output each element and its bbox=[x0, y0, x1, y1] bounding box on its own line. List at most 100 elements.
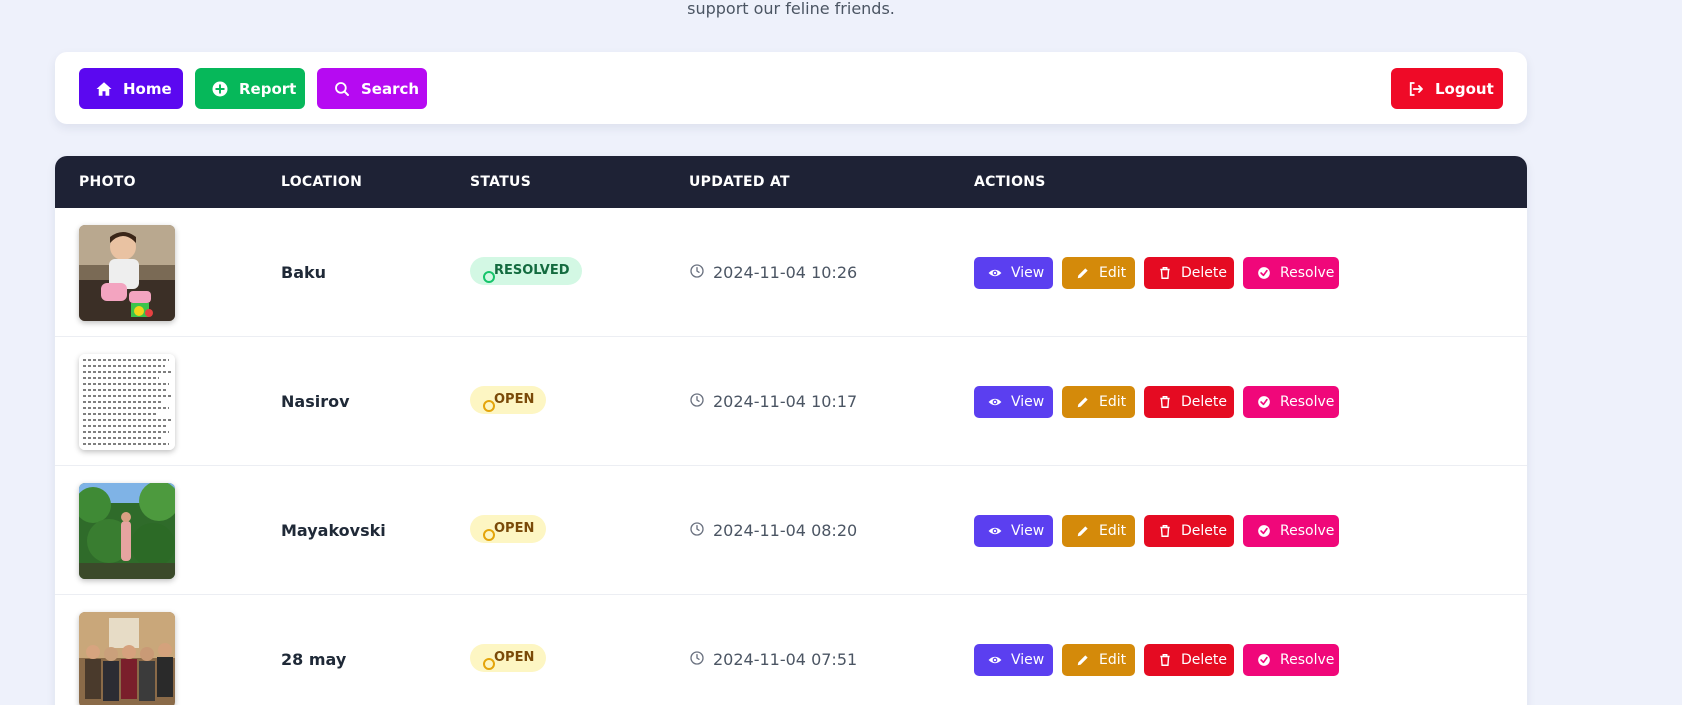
clock-icon bbox=[689, 263, 705, 283]
home-button[interactable]: Home bbox=[79, 68, 183, 109]
trash-icon bbox=[1158, 653, 1172, 667]
eye-icon bbox=[988, 524, 1002, 538]
pencil-icon bbox=[1076, 266, 1090, 280]
status-text: OPEN bbox=[494, 392, 535, 407]
search-icon bbox=[333, 80, 351, 98]
edit-button[interactable]: Edit bbox=[1062, 514, 1135, 547]
column-header-updated-at: UPDATED AT bbox=[689, 174, 790, 190]
status-text: OPEN bbox=[494, 521, 535, 536]
resolve-button[interactable]: Resolve bbox=[1243, 514, 1339, 547]
resolve-label: Resolve bbox=[1280, 651, 1335, 668]
location-text: Mayakovski bbox=[281, 521, 386, 540]
clock-icon bbox=[689, 392, 705, 412]
plus-circle-icon bbox=[211, 80, 229, 98]
clock-icon bbox=[689, 650, 705, 670]
delete-button[interactable]: Delete bbox=[1144, 514, 1234, 547]
delete-button[interactable]: Delete bbox=[1144, 643, 1234, 676]
check-circle-icon bbox=[1257, 395, 1271, 409]
trash-icon bbox=[1158, 266, 1172, 280]
logout-button[interactable]: Logout bbox=[1391, 68, 1503, 109]
view-label: View bbox=[1011, 264, 1045, 281]
delete-button[interactable]: Delete bbox=[1144, 385, 1234, 418]
view-label: View bbox=[1011, 651, 1045, 668]
table-row: Baku RESOLVED 2024-11-04 10:26 View Edit… bbox=[55, 208, 1527, 337]
resolve-button[interactable]: Resolve bbox=[1243, 385, 1339, 418]
eye-icon bbox=[988, 395, 1002, 409]
edit-label: Edit bbox=[1099, 264, 1127, 281]
resolve-button[interactable]: Resolve bbox=[1243, 643, 1339, 676]
home-icon bbox=[95, 80, 113, 98]
column-header-photo: PHOTO bbox=[79, 174, 136, 190]
report-photo[interactable] bbox=[79, 353, 175, 450]
resolve-button[interactable]: Resolve bbox=[1243, 256, 1339, 289]
status-dot-icon bbox=[483, 270, 495, 283]
location-text: 28 may bbox=[281, 650, 347, 669]
home-label: Home bbox=[123, 79, 172, 98]
column-header-status: STATUS bbox=[470, 174, 532, 190]
updated-at-text: 2024-11-04 08:20 bbox=[713, 521, 858, 540]
view-label: View bbox=[1011, 393, 1045, 410]
clock-icon bbox=[689, 521, 705, 541]
pencil-icon bbox=[1076, 653, 1090, 667]
report-photo[interactable] bbox=[79, 224, 175, 321]
trash-icon bbox=[1158, 524, 1172, 538]
resolve-label: Resolve bbox=[1280, 393, 1335, 410]
pencil-icon bbox=[1076, 524, 1090, 538]
resolve-label: Resolve bbox=[1280, 522, 1335, 539]
search-button[interactable]: Search bbox=[317, 68, 427, 109]
column-header-actions: ACTIONS bbox=[974, 174, 1046, 190]
status-badge: OPEN bbox=[470, 514, 547, 543]
page-subtitle: support our feline friends. bbox=[687, 0, 895, 18]
status-dot-icon bbox=[483, 528, 495, 541]
view-button[interactable]: View bbox=[974, 256, 1053, 289]
navbar: Home Report Search Logout bbox=[55, 52, 1527, 124]
trash-icon bbox=[1158, 395, 1172, 409]
report-photo[interactable] bbox=[79, 611, 175, 705]
delete-label: Delete bbox=[1181, 651, 1227, 668]
logout-label: Logout bbox=[1435, 79, 1494, 98]
status-badge: OPEN bbox=[470, 385, 547, 414]
pencil-icon bbox=[1076, 395, 1090, 409]
delete-label: Delete bbox=[1181, 393, 1227, 410]
table-header: PHOTO LOCATION STATUS UPDATED AT ACTIONS bbox=[55, 156, 1527, 208]
report-label: Report bbox=[239, 79, 297, 98]
view-label: View bbox=[1011, 522, 1045, 539]
location-text: Nasirov bbox=[281, 392, 350, 411]
status-text: OPEN bbox=[494, 650, 535, 665]
delete-label: Delete bbox=[1181, 522, 1227, 539]
edit-button[interactable]: Edit bbox=[1062, 643, 1135, 676]
check-circle-icon bbox=[1257, 266, 1271, 280]
table-row: Mayakovski OPEN 2024-11-04 08:20 View Ed… bbox=[55, 466, 1527, 595]
table-row: Nasirov OPEN 2024-11-04 10:17 View Edit … bbox=[55, 337, 1527, 466]
check-circle-icon bbox=[1257, 524, 1271, 538]
updated-at-text: 2024-11-04 10:17 bbox=[713, 392, 858, 411]
view-button[interactable]: View bbox=[974, 643, 1053, 676]
delete-label: Delete bbox=[1181, 264, 1227, 281]
location-text: Baku bbox=[281, 263, 327, 282]
check-circle-icon bbox=[1257, 653, 1271, 667]
updated-at-text: 2024-11-04 07:51 bbox=[713, 650, 858, 669]
status-badge: OPEN bbox=[470, 643, 547, 672]
view-button[interactable]: View bbox=[974, 514, 1053, 547]
resolve-label: Resolve bbox=[1280, 264, 1335, 281]
updated-at-text: 2024-11-04 10:26 bbox=[713, 263, 858, 282]
report-button[interactable]: Report bbox=[195, 68, 305, 109]
eye-icon bbox=[988, 266, 1002, 280]
status-dot-icon bbox=[483, 399, 495, 412]
view-button[interactable]: View bbox=[974, 385, 1053, 418]
edit-label: Edit bbox=[1099, 393, 1127, 410]
eye-icon bbox=[988, 653, 1002, 667]
edit-label: Edit bbox=[1099, 522, 1127, 539]
delete-button[interactable]: Delete bbox=[1144, 256, 1234, 289]
logout-icon bbox=[1407, 80, 1425, 98]
search-label: Search bbox=[361, 79, 420, 98]
edit-button[interactable]: Edit bbox=[1062, 385, 1135, 418]
edit-button[interactable]: Edit bbox=[1062, 256, 1135, 289]
report-photo[interactable] bbox=[79, 482, 175, 579]
column-header-location: LOCATION bbox=[281, 174, 363, 190]
reports-table: PHOTO LOCATION STATUS UPDATED AT ACTIONS bbox=[55, 156, 1527, 705]
status-dot-icon bbox=[483, 657, 495, 670]
status-badge: RESOLVED bbox=[470, 256, 582, 285]
status-text: RESOLVED bbox=[494, 263, 570, 278]
edit-label: Edit bbox=[1099, 651, 1127, 668]
